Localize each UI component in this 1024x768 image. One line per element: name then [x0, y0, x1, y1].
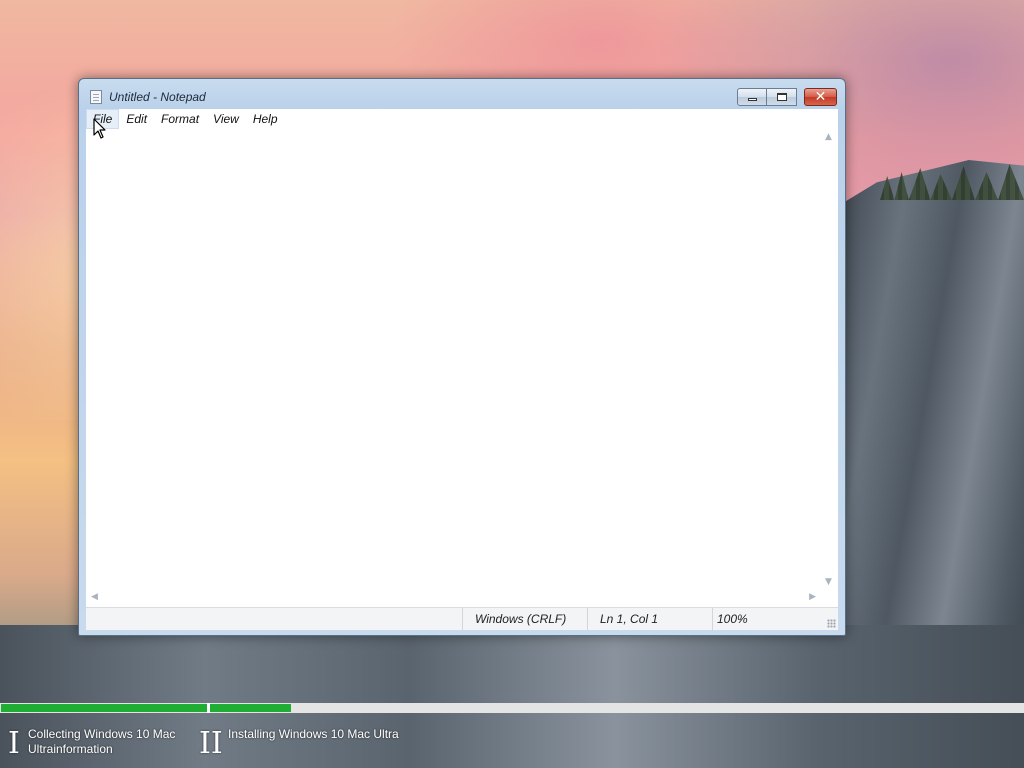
installer-progress-step-2-track [210, 704, 1023, 712]
scroll-up-icon[interactable]: ▲ [825, 132, 832, 142]
status-cell-empty [86, 608, 462, 630]
menu-edit[interactable]: Edit [119, 109, 154, 129]
vertical-scrollbar[interactable]: ▲ ▼ [821, 129, 838, 590]
desktop: Untitled - Notepad ✕ File Edit Format Vi… [0, 0, 1024, 768]
installer-progress-step-1 [1, 704, 207, 712]
close-button[interactable]: ✕ [804, 88, 837, 106]
menu-view[interactable]: View [206, 109, 246, 129]
resize-grip-icon[interactable] [827, 619, 836, 628]
minimize-button[interactable] [737, 88, 767, 106]
installer-progress-track [0, 703, 1024, 713]
horizontal-scrollbar[interactable]: ◀ ▶ [86, 590, 821, 607]
window-client-area: File Edit Format View Help ▲ ▼ ◀ ▶ Windo… [86, 109, 838, 630]
menu-format[interactable]: Format [154, 109, 206, 129]
scrollbar-corner [821, 590, 838, 607]
notepad-window[interactable]: Untitled - Notepad ✕ File Edit Format Vi… [78, 78, 846, 636]
maximize-button[interactable] [767, 88, 797, 106]
mouse-pointer-icon [93, 118, 106, 139]
status-bar: Windows (CRLF) Ln 1, Col 1 100% [86, 607, 838, 630]
step-2-label: Installing Windows 10 Mac Ultra [228, 727, 399, 741]
scroll-right-icon[interactable]: ▶ [809, 592, 816, 602]
step-2-numeral: II [199, 726, 223, 761]
notepad-icon[interactable] [90, 90, 102, 104]
installer-progress-step-2 [210, 704, 292, 712]
status-line-ending: Windows (CRLF) [462, 608, 587, 630]
step-1-numeral: I [8, 726, 20, 761]
menu-bar: File Edit Format View Help [86, 109, 838, 129]
window-title: Untitled - Notepad [109, 90, 206, 104]
scroll-down-icon[interactable]: ▼ [825, 577, 832, 587]
step-1-label: Collecting Windows 10 Mac Ultrainformati… [28, 727, 176, 756]
status-cursor-position: Ln 1, Col 1 [587, 608, 712, 630]
status-zoom: 100% [712, 608, 838, 630]
minimize-icon [747, 97, 757, 101]
scroll-left-icon[interactable]: ◀ [91, 592, 98, 602]
menu-help[interactable]: Help [246, 109, 285, 129]
maximize-icon [776, 93, 787, 101]
close-icon: ✕ [814, 89, 827, 105]
text-editor[interactable] [86, 129, 821, 590]
title-bar[interactable]: Untitled - Notepad ✕ [79, 79, 845, 109]
